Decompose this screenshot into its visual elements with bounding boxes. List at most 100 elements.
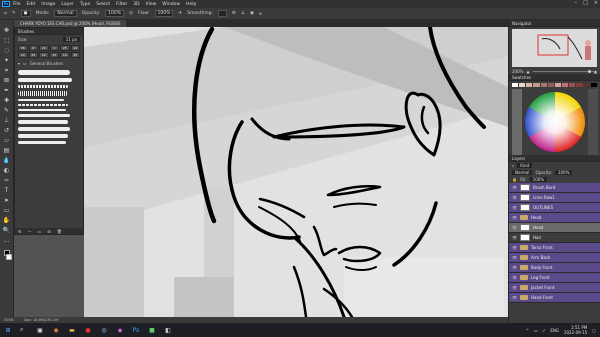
brush-tip[interactable]: 8 [28,45,38,51]
swatch[interactable] [519,83,526,87]
more-tools-icon[interactable]: … [2,236,12,245]
swatches-panel-title[interactable]: Swatches [509,74,600,81]
chevron-up-icon[interactable]: ^ [526,328,529,333]
eye-icon[interactable]: 👁 [512,215,517,220]
eraser-tool-icon[interactable]: ▱ [2,136,12,145]
lock-icon[interactable]: 🔒 [512,177,517,182]
brush-tip[interactable]: 30 [70,52,80,58]
swatch[interactable] [583,83,590,87]
document-canvas[interactable] [84,27,508,317]
brush-settings-icon[interactable]: ⚙ [18,229,22,234]
layer-row-selected[interactable]: 👁 Head [509,223,600,233]
layer-row[interactable]: 👁 Hair [509,233,600,243]
menu-help[interactable]: Help [186,2,196,7]
brush-tip[interactable]: 25 [60,45,70,51]
shape-tool-icon[interactable]: ▭ [2,206,12,215]
app-icon[interactable]: ◧ [164,326,172,334]
swatch[interactable] [576,83,583,87]
new-folder-icon[interactable]: ▭ [38,229,42,234]
notifications-icon[interactable]: ▢ [592,328,596,333]
navigator-zoom-knob[interactable] [587,70,591,73]
menu-image[interactable]: Image [41,2,55,7]
menu-type[interactable]: Type [80,2,90,7]
brush-preset-stroke[interactable] [18,134,68,138]
eye-icon[interactable]: 👁 [512,235,517,240]
menu-view[interactable]: View [146,2,157,7]
brush-preset-stroke[interactable] [18,70,70,75]
volume-icon[interactable]: ♪ [543,328,546,333]
eye-icon[interactable]: 👁 [512,265,517,270]
swatch[interactable] [590,83,597,87]
brush-preset-picker[interactable]: ● [20,10,31,17]
brush-tip[interactable]: 10 [39,52,49,58]
swatch[interactable] [512,83,519,87]
healing-tool-icon[interactable]: ✚ [2,96,12,105]
layer-opacity-input[interactable]: 100% [554,170,573,175]
brush-tool-icon[interactable]: ✎ [12,11,16,16]
brush-preset-stroke[interactable] [18,104,68,106]
angle-icon[interactable]: ∠ [241,11,245,16]
layer-group-row[interactable]: 👁 Leg Front [509,273,600,283]
menu-filter[interactable]: Filter [116,2,127,7]
menu-edit[interactable]: Edit [27,2,36,7]
brush-tip[interactable]: 1 [49,45,59,51]
eye-icon[interactable]: 👁 [512,245,517,250]
blur-tool-icon[interactable]: 💧 [2,156,12,165]
trash-icon[interactable]: 🗑 [57,229,62,234]
search-icon[interactable]: ⌕ [20,326,28,334]
brush-preset-stroke[interactable] [18,120,68,124]
layers-panel-title[interactable]: Layers [509,155,600,162]
eye-icon[interactable]: 👁 [512,285,517,290]
app-icon[interactable]: ● [84,326,92,334]
brush-tip[interactable]: 21 [39,45,49,51]
close-icon[interactable]: × [594,0,598,6]
type-tool-icon[interactable]: T [2,186,12,195]
language-indicator[interactable]: ENG [550,328,559,333]
brush-tip[interactable]: 20 [18,52,28,58]
lasso-tool-icon[interactable]: ◌ [2,46,12,55]
minimize-icon[interactable]: – [575,0,578,6]
eye-icon[interactable]: 👁 [512,295,517,300]
brush-preset-stroke[interactable] [18,91,68,96]
swatch[interactable] [569,83,576,87]
layer-group-row[interactable]: 👁 Body Front [509,263,600,273]
mode-select[interactable]: Normal [54,10,77,17]
eye-icon[interactable]: 👁 [512,255,517,260]
brush-preset-stroke[interactable] [18,127,70,131]
flow-input[interactable]: 100% [154,10,174,17]
eye-icon[interactable]: 👁 [512,275,517,280]
symmetry-icon[interactable]: ⟡ [259,11,262,17]
quick-select-tool-icon[interactable]: ✦ [2,56,12,65]
task-view-icon[interactable]: ▣ [36,326,44,334]
layer-group-row[interactable]: 👁 Head [509,213,600,223]
zoom-tool-icon[interactable]: 🔍 [2,226,12,235]
photoshop-taskbar-icon[interactable]: Ps [132,326,140,334]
smoothing-settings-icon[interactable]: ⚙ [232,11,236,16]
swatch[interactable] [526,83,533,87]
menu-3d[interactable]: 3D [133,2,139,7]
swatch[interactable] [562,83,569,87]
background-color-swatch[interactable] [5,254,12,260]
brush-size-value[interactable]: 11 px [62,37,80,42]
layer-group-row[interactable]: 👁 Torso Front [509,243,600,253]
maximize-icon[interactable]: □ [583,0,588,6]
document-tab[interactable]: CHARK YOYO 1ES CAR.psd @ 200% (Head, RGB… [14,20,127,27]
windows-start-icon[interactable]: ⊞ [4,326,12,334]
folder-icon[interactable]: ▬ [68,326,76,334]
zoom-in-icon[interactable]: ▲ [594,69,597,74]
brush-tip[interactable]: 12 [70,45,80,51]
dodge-tool-icon[interactable]: ◐ [2,166,12,175]
airbrush-icon[interactable]: ✈ [178,11,182,16]
pressure-opacity-icon[interactable]: ◎ [129,11,133,16]
brush-preset-stroke[interactable] [18,114,70,117]
pen-tool-icon[interactable]: ✑ [2,176,12,185]
layer-blend-select[interactable]: Normal [512,170,533,175]
brush-group-row[interactable]: ▾ ▭ General Brushes [15,59,83,68]
clock[interactable]: 2:51 PM 2022-09-15 [564,325,587,335]
layer-group-row[interactable]: 👁 Arm Back [509,253,600,263]
path-select-tool-icon[interactable]: ➤ [2,196,12,205]
layer-group-row[interactable]: 👁 Hand Front [509,293,600,303]
menu-select[interactable]: Select [96,2,110,7]
smoothing-input[interactable] [218,10,227,17]
layer-fill-input[interactable]: 100% [529,177,548,182]
